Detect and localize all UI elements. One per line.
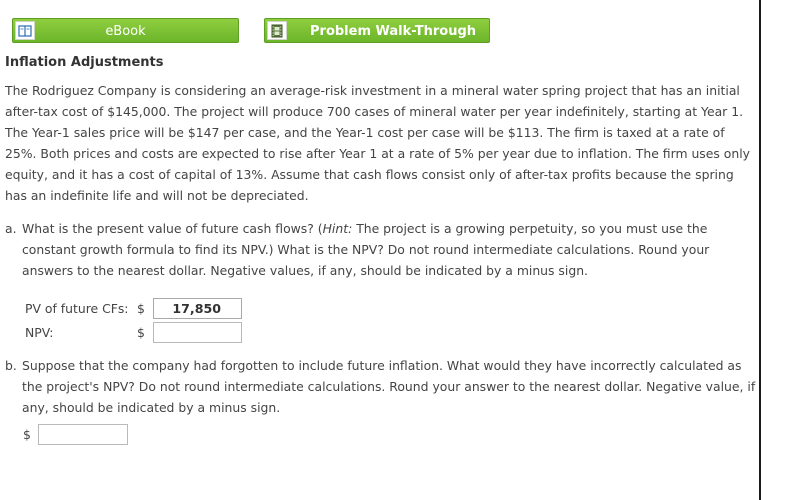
hint-label: Hint: xyxy=(322,221,353,236)
window-right-border xyxy=(759,0,761,500)
incorrect-npv-currency: $ xyxy=(23,427,31,442)
question-a-text-start: What is the present value of future cash… xyxy=(22,221,323,236)
pv-row: PV of future CFs: $ 17,850 xyxy=(0,298,300,320)
npv-currency: $ xyxy=(137,325,145,340)
question-b-text: Suppose that the company had forgotten t… xyxy=(22,358,756,415)
pv-currency: $ xyxy=(137,301,145,316)
question-a-label: a. xyxy=(5,221,17,236)
film-icon xyxy=(267,21,287,40)
npv-input[interactable] xyxy=(153,322,242,343)
question-a: a. What is the present value of future c… xyxy=(5,218,757,281)
problem-text: The Rodriguez Company is considering an … xyxy=(5,83,750,203)
question-a-text: What is the present value of future cash… xyxy=(22,218,757,281)
ebook-button-label: eBook xyxy=(105,24,146,39)
pv-label: PV of future CFs: xyxy=(25,301,129,316)
walkthrough-button-label: Problem Walk-Through xyxy=(310,24,477,39)
question-b-label: b. xyxy=(5,358,17,373)
npv-label: NPV: xyxy=(25,325,54,340)
question-b: b. Suppose that the company had forgotte… xyxy=(5,355,757,418)
incorrect-npv-row: $ xyxy=(0,424,200,446)
ebook-button[interactable]: eBook xyxy=(12,18,239,43)
problem-walkthrough-button[interactable]: Problem Walk-Through xyxy=(264,18,490,43)
npv-row: NPV: $ xyxy=(0,322,300,344)
pv-input[interactable]: 17,850 xyxy=(153,298,242,319)
incorrect-npv-input[interactable] xyxy=(38,424,128,445)
problem-title: Inflation Adjustments xyxy=(5,55,164,70)
